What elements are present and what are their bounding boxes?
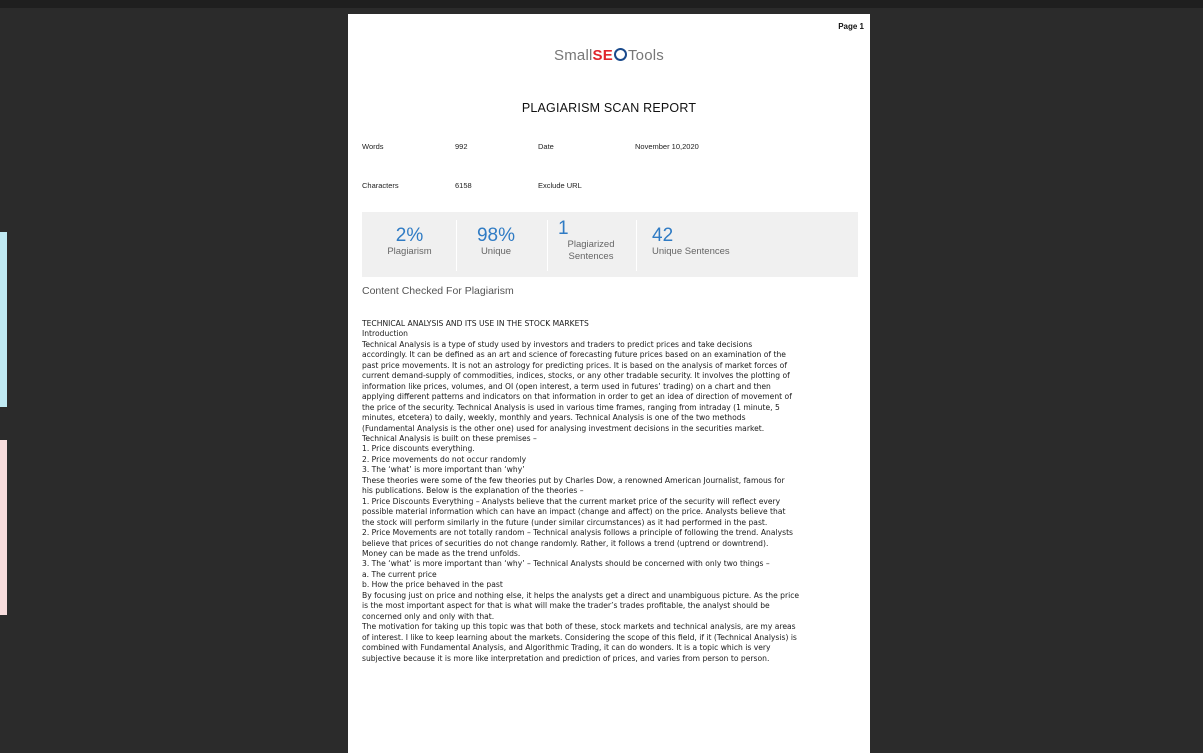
plagiarized-sentences-label-1: Plagiarized (567, 239, 615, 250)
characters-label: Characters (362, 181, 399, 190)
plagiarism-percent: 2% (395, 225, 424, 246)
text-line: TECHNICAL ANALYSIS AND ITS USE IN THE ST… (362, 319, 589, 328)
text-line: is the most important aspect for that is… (362, 601, 770, 611)
date-value: November 10,2020 (635, 142, 699, 151)
text-line: a. The current price (362, 569, 437, 579)
text-line: believe that prices of securities do not… (362, 538, 769, 548)
divider (456, 220, 457, 271)
text-line: 2. Price movements do not occur randomly (362, 454, 527, 464)
text-line: the stock will perform similarly in the … (362, 517, 768, 527)
plagiarism-label: Plagiarism (387, 246, 432, 257)
text-line: current demand-supply of commodities, in… (362, 371, 790, 381)
text-line: 1. Price discounts everything. (362, 444, 475, 454)
text-line: 1. Price Discounts Everything – Analysts… (362, 496, 781, 506)
plagiarized-sentences-count: 1 (558, 218, 569, 239)
left-edge-accent-cyan (0, 232, 7, 407)
text-line: concerned only and only with that. (362, 611, 495, 621)
text-line: 3. The ‘what’ is more important than ‘wh… (362, 465, 525, 475)
checked-content-body: TECHNICAL ANALYSIS AND ITS USE IN THE ST… (362, 319, 860, 664)
text-line: applying different patterns and indicato… (362, 392, 792, 402)
text-line: By focusing just on price and nothing el… (362, 590, 800, 600)
magnifier-icon (613, 48, 627, 61)
stat-plagiarism: 2% Plagiarism (372, 212, 447, 291)
unique-label: Unique (480, 246, 512, 257)
text-line: accordingly. It can be defined as an art… (362, 350, 786, 360)
words-value: 992 (455, 142, 468, 151)
top-bar (0, 0, 1203, 8)
text-line: The motivation for taking up this topic … (362, 622, 796, 632)
text-line: of interest. I like to keep learning abo… (362, 632, 797, 642)
unique-sentences-count: 42 (652, 225, 674, 246)
stat-unique: 98% Unique (458, 212, 534, 291)
logo-text-small: Small (554, 47, 593, 64)
logo-text-tools: Tools (627, 47, 664, 64)
plagiarized-sentences-label-2: Sentences (568, 251, 614, 262)
text-line: Technical Analysis is a type of study us… (362, 339, 753, 349)
page-number: Page 1 (838, 22, 864, 31)
logo-text-seo: SE (592, 47, 613, 64)
divider (636, 220, 637, 271)
text-line: These theories were some of the few theo… (362, 475, 785, 485)
stat-unique-sentences: 42 Unique Sentences (652, 212, 802, 291)
text-line: 2. Price Movements are not totally rando… (362, 528, 794, 538)
text-line: Introduction (362, 329, 408, 339)
text-line: Technical Analysis is built on these pre… (362, 433, 537, 443)
left-edge-accent-pink (0, 440, 7, 615)
content-checked-heading: Content Checked For Plagiarism (362, 285, 514, 297)
text-line: minutes, etcetera) to daily, weekly, mon… (362, 413, 746, 423)
text-line: (Fundamental Analysis is the other one) … (362, 423, 765, 433)
unique-sentences-label: Unique Sentences (652, 246, 730, 257)
smallseotools-logo: SmallSE Tools (348, 47, 870, 64)
text-line: b. How the price behaved in the past (362, 580, 503, 590)
text-line: his publications. Below is the explanati… (362, 486, 584, 496)
characters-value: 6158 (455, 181, 472, 190)
exclude-url-label: Exclude URL (538, 181, 582, 190)
stat-plagiarized-sentences: 1 Plagiarized Sentences (548, 212, 634, 284)
report-page: Page 1 SmallSE Tools PLAGIARISM SCAN REPO… (348, 14, 870, 753)
text-line: Money can be made as the trend unfolds. (362, 548, 521, 558)
text-line: information like prices, volumes, and OI… (362, 381, 771, 391)
text-line: the price of the security. Technical Ana… (362, 402, 780, 412)
text-line: possible material information which can … (362, 507, 786, 517)
unique-percent: 98% (476, 225, 516, 246)
date-label: Date (538, 142, 554, 151)
text-line: past price movements. It is not an astro… (362, 360, 787, 370)
stats-summary: 2% Plagiarism 98% Unique 1 Plagiarized S… (362, 212, 858, 277)
words-label: Words (362, 142, 384, 151)
text-line: 3. The ‘what’ is more important than ‘wh… (362, 559, 770, 569)
report-title: PLAGIARISM SCAN REPORT (521, 101, 697, 115)
text-line: combined with Fundamental Analysis, and … (362, 643, 771, 653)
text-line: subjective because it is more like inter… (362, 653, 770, 663)
